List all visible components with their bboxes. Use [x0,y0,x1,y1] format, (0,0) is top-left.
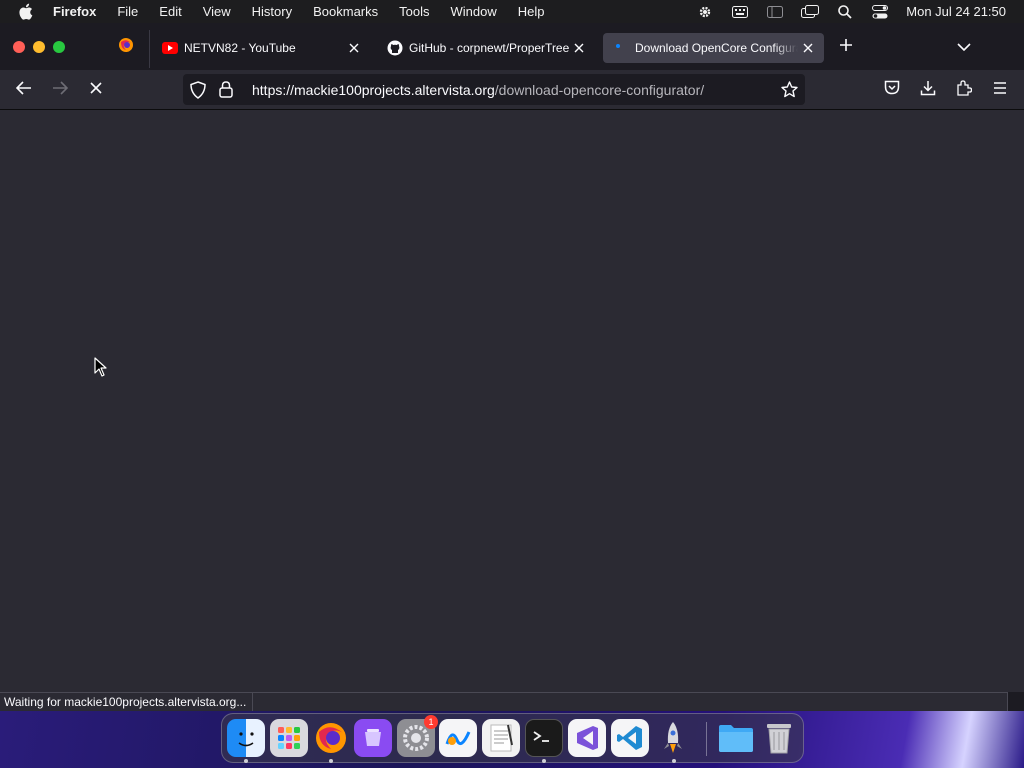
mouse-cursor [94,357,107,377]
keyboard-icon[interactable] [731,4,749,20]
running-indicator [542,759,546,763]
chevron-down-icon [957,38,971,56]
finder-icon[interactable] [227,719,265,757]
nav-toolbar: https://mackie100projects.altervista.org… [0,70,1024,110]
trash-icon[interactable] [760,719,798,757]
loading-icon [613,40,629,56]
menu-bar: Firefox File Edit View History Bookmarks… [0,0,1024,23]
forward-button [48,78,72,102]
menu-history[interactable]: History [252,4,292,19]
freeform-icon[interactable] [439,719,477,757]
new-tab-button[interactable] [835,36,857,58]
running-indicator [672,759,676,763]
sidebar-icon[interactable] [766,4,784,20]
menu-firefox[interactable]: Firefox [53,4,96,19]
menu-tools[interactable]: Tools [399,4,429,19]
menu-window[interactable]: Window [451,4,497,19]
vscode-icon[interactable] [611,719,649,757]
menu-help[interactable]: Help [518,4,545,19]
shield-icon[interactable] [190,80,208,99]
close-icon[interactable] [344,38,364,58]
back-icon [15,80,32,100]
plus-icon [839,38,853,57]
tab-separator [149,30,150,68]
apple-icon[interactable] [18,3,36,20]
url-domain: https://mackie100projects.altervista.org [252,81,495,98]
window-zoom-button[interactable] [53,41,65,53]
menubar-clock[interactable]: Mon Jul 24 21:50 [906,4,1006,19]
rocket-icon[interactable] [654,719,692,757]
url-text[interactable]: https://mackie100projects.altervista.org… [252,82,779,98]
youtube-icon [162,40,178,56]
firefox-icon [118,37,134,58]
terminal-icon[interactable] [525,719,563,757]
tab-youtube[interactable]: NETVN82 - YouTube [152,33,370,63]
menu-edit[interactable]: Edit [159,4,181,19]
status-line: Waiting for mackie100projects.altervista… [0,692,254,711]
pocket-button[interactable] [880,78,904,102]
tab-opencore[interactable]: Download OpenCore Configurator [603,33,824,63]
control-center-icon[interactable] [871,4,889,20]
bookmark-star-icon[interactable] [779,81,799,98]
window-minimize-button[interactable] [33,41,45,53]
menu-bookmarks[interactable]: Bookmarks [313,4,378,19]
extensions-button[interactable] [952,78,976,102]
gear-icon[interactable] [696,4,714,20]
status-bar-frame [248,692,1008,711]
close-icon[interactable] [569,38,589,58]
pinned-tab-firefox[interactable] [108,33,144,61]
textedit-icon[interactable] [482,719,520,757]
window-close-button[interactable] [13,41,25,53]
app-menu-button[interactable] [988,78,1012,102]
firefox-icon[interactable] [312,719,350,757]
extensions-icon [956,79,973,101]
tab-title: GitHub - corpnewt/ProperTree: C [409,41,569,55]
close-icon[interactable] [798,38,818,58]
url-bar[interactable]: https://mackie100projects.altervista.org… [183,74,805,105]
back-button[interactable] [12,78,36,102]
downloads-folder-icon[interactable] [717,719,755,757]
tab-title: NETVN82 - YouTube [184,41,296,55]
tab-title: Download OpenCore Configurator [635,41,798,55]
menu-view[interactable]: View [203,4,231,19]
stop-icon [90,81,102,99]
stop-button[interactable] [84,78,108,102]
search-icon[interactable] [836,4,854,20]
running-indicator [244,759,248,763]
downloads-button[interactable] [916,78,940,102]
dock-separator [706,722,707,756]
page-content[interactable] [0,110,1024,692]
running-indicator [329,759,333,763]
url-path: /download-opencore-configurator/ [494,81,705,98]
tab-github[interactable]: GitHub - corpnewt/ProperTree: C [377,33,595,63]
visual-studio-icon[interactable] [568,719,606,757]
list-all-tabs-button[interactable] [953,36,975,58]
github-icon [387,40,403,56]
launchpad-icon[interactable] [270,719,308,757]
menu-icon [993,81,1007,99]
screen-mirroring-icon[interactable] [801,4,820,20]
notification-badge: 1 [424,715,438,729]
podcasts-icon[interactable] [354,719,392,757]
system-settings-icon[interactable]: 1 [397,715,438,757]
dock: 1 [221,713,804,763]
forward-icon [52,80,69,100]
download-icon [920,80,936,101]
pocket-icon [884,80,900,100]
lock-icon[interactable] [219,81,237,98]
menu-file[interactable]: File [117,4,138,19]
